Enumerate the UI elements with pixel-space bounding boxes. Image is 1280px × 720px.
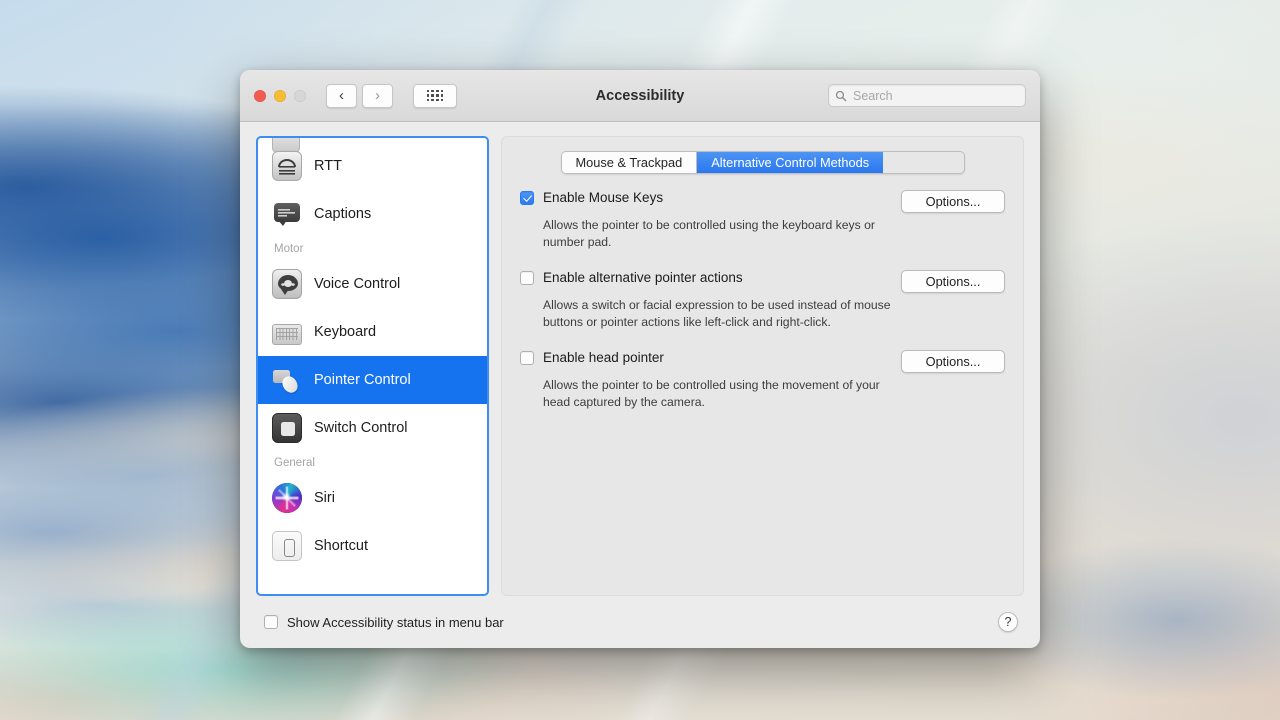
accessibility-preferences-window: ‹ › Accessibility Search RTT Captions Mo… <box>240 70 1040 648</box>
sidebar-item-pointer-control[interactable]: Pointer Control <box>258 356 487 404</box>
option-label: Enable head pointer <box>543 350 664 365</box>
head-pointer-checkbox-group[interactable]: Enable head pointer <box>520 350 664 365</box>
window-titlebar: ‹ › Accessibility Search <box>240 70 1040 122</box>
option-label: Enable alternative pointer actions <box>543 270 743 285</box>
siri-icon <box>272 483 302 513</box>
desktop-background: ‹ › Accessibility Search RTT Captions Mo… <box>0 0 1280 720</box>
search-input[interactable]: Search <box>828 84 1026 107</box>
pointer-control-icon <box>272 365 302 395</box>
pointer-control-panel: Mouse & Trackpad Alternative Control Met… <box>501 136 1024 596</box>
sidebar-item-voice-control[interactable]: Voice Control <box>258 260 487 308</box>
help-button[interactable]: ? <box>998 612 1018 632</box>
sidebar-item-label: Captions <box>314 206 372 222</box>
search-placeholder: Search <box>853 88 893 103</box>
option-enable-alternative-pointer-actions: Enable alternative pointer actions Optio… <box>520 270 1005 330</box>
captions-icon <box>272 199 302 229</box>
shortcut-icon <box>272 531 302 561</box>
sidebar-item-captions[interactable]: Captions <box>258 190 487 238</box>
enable-head-pointer-checkbox[interactable] <box>520 350 534 365</box>
search-container: Search <box>828 84 1026 107</box>
sidebar-item-keyboard[interactable]: Keyboard <box>258 308 487 356</box>
sidebar-item-label: Pointer Control <box>314 372 411 388</box>
sidebar-item-label: Siri <box>314 490 335 506</box>
sidebar-group-general: General <box>274 457 315 469</box>
option-header: Enable alternative pointer actions Optio… <box>520 270 1005 293</box>
sidebar-item-label: RTT <box>314 158 342 174</box>
traffic-light-group <box>254 89 306 102</box>
sidebar-item-label: Switch Control <box>314 420 408 436</box>
tab-mouse-trackpad[interactable]: Mouse & Trackpad <box>561 152 697 173</box>
head-pointer-options-button[interactable]: Options... <box>901 350 1005 373</box>
option-label: Enable Mouse Keys <box>543 190 664 205</box>
alternative-pointer-actions-checkbox-group[interactable]: Enable alternative pointer actions <box>520 270 743 285</box>
back-button[interactable]: ‹ <box>326 83 357 108</box>
sidebar-item-label: Shortcut <box>314 538 368 554</box>
sidebar-item-siri[interactable]: Siri <box>258 474 487 522</box>
accessibility-category-sidebar[interactable]: RTT Captions Motor Voice Control Keyboar… <box>256 136 489 596</box>
window-body: RTT Captions Motor Voice Control Keyboar… <box>240 122 1040 596</box>
sidebar-group-motor: Motor <box>274 243 304 255</box>
show-status-checkbox-group[interactable]: Show Accessibility status in menu bar <box>264 615 504 630</box>
option-description: Allows the pointer to be controlled usin… <box>543 378 880 409</box>
option-enable-mouse-keys: Enable Mouse Keys Options... Allows the … <box>520 190 1005 250</box>
minimize-button[interactable] <box>274 89 286 102</box>
option-description: Allows a switch or facial expression to … <box>543 298 891 329</box>
forward-button[interactable]: › <box>362 83 393 108</box>
grid-icon <box>426 89 444 102</box>
navigation-button-group: ‹ › <box>326 83 393 108</box>
rtt-icon <box>272 151 302 181</box>
zoom-button[interactable] <box>294 89 306 102</box>
switch-control-icon <box>272 413 302 443</box>
search-icon <box>835 90 847 101</box>
keyboard-icon <box>272 323 302 345</box>
sidebar-item-label: Voice Control <box>314 276 401 292</box>
tab-alternative-control-methods[interactable]: Alternative Control Methods <box>696 152 884 173</box>
voice-control-icon <box>272 269 302 299</box>
option-description: Allows the pointer to be controlled usin… <box>543 218 875 249</box>
show-status-label: Show Accessibility status in menu bar <box>287 614 504 630</box>
sidebar-scroll-area: RTT Captions Motor Voice Control Keyboar… <box>258 138 487 570</box>
window-footer: Show Accessibility status in menu bar ? <box>240 596 1040 648</box>
option-enable-head-pointer: Enable head pointer Options... Allows th… <box>520 350 1005 410</box>
close-button[interactable] <box>254 89 266 102</box>
sidebar-item-label: Keyboard <box>314 324 377 340</box>
mouse-keys-options-button[interactable]: Options... <box>901 190 1005 213</box>
alternative-pointer-actions-options-button[interactable]: Options... <box>901 270 1005 293</box>
sidebar-item-switch-control[interactable]: Switch Control <box>258 404 487 452</box>
enable-mouse-keys-checkbox[interactable] <box>520 190 534 205</box>
option-header: Enable head pointer Options... <box>520 350 1005 373</box>
option-header: Enable Mouse Keys Options... <box>520 190 1005 213</box>
enable-mouse-keys-checkbox-group[interactable]: Enable Mouse Keys <box>520 190 663 205</box>
sidebar-item-shortcut[interactable]: Shortcut <box>258 522 487 570</box>
tab-bar: Mouse & Trackpad Alternative Control Met… <box>560 151 965 174</box>
show-all-button[interactable] <box>413 83 457 108</box>
show-accessibility-status-checkbox[interactable] <box>264 615 278 629</box>
enable-alternative-pointer-actions-checkbox[interactable] <box>520 270 534 285</box>
